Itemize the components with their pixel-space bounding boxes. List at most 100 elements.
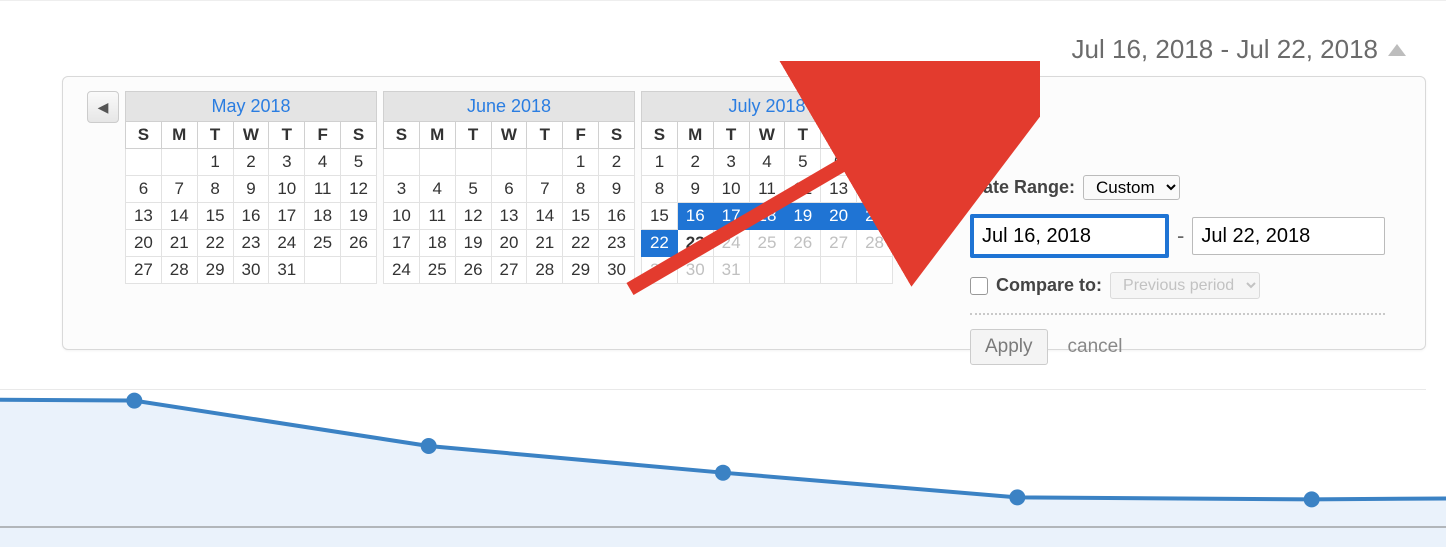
calendar-day[interactable]: 23 bbox=[233, 230, 269, 257]
prev-month-button[interactable]: ◀ bbox=[87, 91, 119, 123]
calendar-day[interactable]: 1 bbox=[197, 149, 233, 176]
calendar-day[interactable]: 1 bbox=[642, 149, 678, 176]
calendar-day[interactable]: 9 bbox=[677, 176, 713, 203]
calendar-day[interactable]: 6 bbox=[126, 176, 162, 203]
calendar-day[interactable]: 19 bbox=[341, 203, 377, 230]
date-range-text: Jul 16, 2018 - Jul 22, 2018 bbox=[1072, 34, 1378, 65]
calendar-day[interactable]: 7 bbox=[527, 176, 563, 203]
weekday-header: S bbox=[857, 122, 893, 149]
calendar-day[interactable]: 16 bbox=[677, 203, 713, 230]
calendar-day[interactable]: 27 bbox=[126, 257, 162, 284]
calendar-day[interactable]: 3 bbox=[269, 149, 305, 176]
calendar-day[interactable]: 21 bbox=[527, 230, 563, 257]
calendar-day[interactable]: 15 bbox=[642, 203, 678, 230]
calendar-day[interactable]: 22 bbox=[197, 230, 233, 257]
compare-checkbox[interactable] bbox=[970, 277, 988, 295]
calendar-day[interactable]: 5 bbox=[341, 149, 377, 176]
calendar-day[interactable]: 18 bbox=[419, 230, 455, 257]
calendar-day[interactable]: 7 bbox=[857, 149, 893, 176]
calendar-day[interactable]: 15 bbox=[197, 203, 233, 230]
date-range-display[interactable]: Jul 16, 2018 - Jul 22, 2018 bbox=[1072, 34, 1406, 65]
weekday-header: W bbox=[233, 122, 269, 149]
calendar-day[interactable]: 18 bbox=[749, 203, 785, 230]
calendar-day[interactable]: 11 bbox=[305, 176, 341, 203]
calendar-day[interactable]: 9 bbox=[233, 176, 269, 203]
calendar-day[interactable]: 1 bbox=[563, 149, 599, 176]
calendar-day[interactable]: 16 bbox=[599, 203, 635, 230]
calendar-day[interactable]: 21 bbox=[857, 203, 893, 230]
calendar-day[interactable]: 15 bbox=[563, 203, 599, 230]
calendar-day[interactable]: 14 bbox=[527, 203, 563, 230]
calendar-day[interactable]: 4 bbox=[419, 176, 455, 203]
calendar-day[interactable]: 10 bbox=[384, 203, 420, 230]
date-from-input[interactable] bbox=[970, 214, 1169, 258]
calendar-day[interactable]: 18 bbox=[305, 203, 341, 230]
calendar-day[interactable]: 9 bbox=[599, 176, 635, 203]
calendar-day[interactable]: 24 bbox=[269, 230, 305, 257]
calendar-day[interactable]: 5 bbox=[785, 149, 821, 176]
calendar-day[interactable]: 4 bbox=[749, 149, 785, 176]
calendar-day[interactable]: 6 bbox=[491, 176, 527, 203]
calendar-day[interactable]: 14 bbox=[857, 176, 893, 203]
calendar-day[interactable]: 4 bbox=[305, 149, 341, 176]
cancel-button[interactable]: cancel bbox=[1062, 335, 1129, 359]
next-month-button[interactable]: ▶ bbox=[899, 91, 931, 123]
calendar-day[interactable]: 12 bbox=[455, 203, 491, 230]
calendar-day[interactable]: 21 bbox=[161, 230, 197, 257]
calendar-day[interactable]: 25 bbox=[305, 230, 341, 257]
calendar-day[interactable]: 8 bbox=[642, 176, 678, 203]
calendar-day[interactable]: 27 bbox=[491, 257, 527, 284]
calendar-day bbox=[384, 149, 420, 176]
calendar-day[interactable]: 14 bbox=[161, 203, 197, 230]
calendar-day[interactable]: 17 bbox=[713, 203, 749, 230]
calendar-day[interactable]: 20 bbox=[126, 230, 162, 257]
calendar-day[interactable]: 30 bbox=[599, 257, 635, 284]
calendar-day[interactable]: 13 bbox=[821, 176, 857, 203]
calendar-day[interactable]: 26 bbox=[455, 257, 491, 284]
calendar-day[interactable]: 22 bbox=[563, 230, 599, 257]
date-to-input[interactable] bbox=[1192, 217, 1385, 255]
calendar-day[interactable]: 3 bbox=[384, 176, 420, 203]
calendar-day[interactable]: 20 bbox=[491, 230, 527, 257]
calendar-day[interactable]: 16 bbox=[233, 203, 269, 230]
calendar-day[interactable]: 22 bbox=[642, 230, 678, 257]
calendar-day[interactable]: 13 bbox=[126, 203, 162, 230]
calendar-day[interactable]: 17 bbox=[269, 203, 305, 230]
date-range-label: Date Range: bbox=[970, 177, 1075, 198]
calendar-day[interactable]: 31 bbox=[269, 257, 305, 284]
calendar-day[interactable]: 30 bbox=[233, 257, 269, 284]
calendar-day[interactable]: 10 bbox=[713, 176, 749, 203]
calendar-day[interactable]: 3 bbox=[713, 149, 749, 176]
calendar-day[interactable]: 25 bbox=[419, 257, 455, 284]
calendar-day[interactable]: 28 bbox=[161, 257, 197, 284]
calendar-day[interactable]: 28 bbox=[527, 257, 563, 284]
calendar-day[interactable]: 12 bbox=[341, 176, 377, 203]
calendar-day[interactable]: 10 bbox=[269, 176, 305, 203]
calendar-day[interactable]: 29 bbox=[563, 257, 599, 284]
calendar-day[interactable]: 29 bbox=[197, 257, 233, 284]
calendar-day[interactable]: 23 bbox=[599, 230, 635, 257]
calendar-day[interactable]: 2 bbox=[599, 149, 635, 176]
calendar-day[interactable]: 5 bbox=[455, 176, 491, 203]
calendar-day[interactable]: 6 bbox=[821, 149, 857, 176]
calendar-day[interactable]: 13 bbox=[491, 203, 527, 230]
calendar-day[interactable]: 12 bbox=[785, 176, 821, 203]
date-range-select[interactable]: Custom bbox=[1083, 175, 1180, 200]
calendar-day[interactable]: 8 bbox=[197, 176, 233, 203]
calendar-day[interactable]: 24 bbox=[384, 257, 420, 284]
calendar-day[interactable]: 7 bbox=[161, 176, 197, 203]
calendar-day[interactable]: 11 bbox=[419, 203, 455, 230]
calendar-day[interactable]: 20 bbox=[821, 203, 857, 230]
calendar-month-2: July 2018SMTWTFS123456789101112131415161… bbox=[641, 91, 893, 284]
calendar-day[interactable]: 11 bbox=[749, 176, 785, 203]
calendar-day[interactable]: 2 bbox=[677, 149, 713, 176]
calendar-day[interactable]: 17 bbox=[384, 230, 420, 257]
calendar-day[interactable]: 26 bbox=[341, 230, 377, 257]
apply-button[interactable]: Apply bbox=[970, 329, 1048, 365]
calendar-day bbox=[527, 149, 563, 176]
calendar-day[interactable]: 8 bbox=[563, 176, 599, 203]
calendar-day[interactable]: 19 bbox=[785, 203, 821, 230]
calendar-day[interactable]: 23 bbox=[677, 230, 713, 257]
calendar-day[interactable]: 19 bbox=[455, 230, 491, 257]
calendar-day[interactable]: 2 bbox=[233, 149, 269, 176]
